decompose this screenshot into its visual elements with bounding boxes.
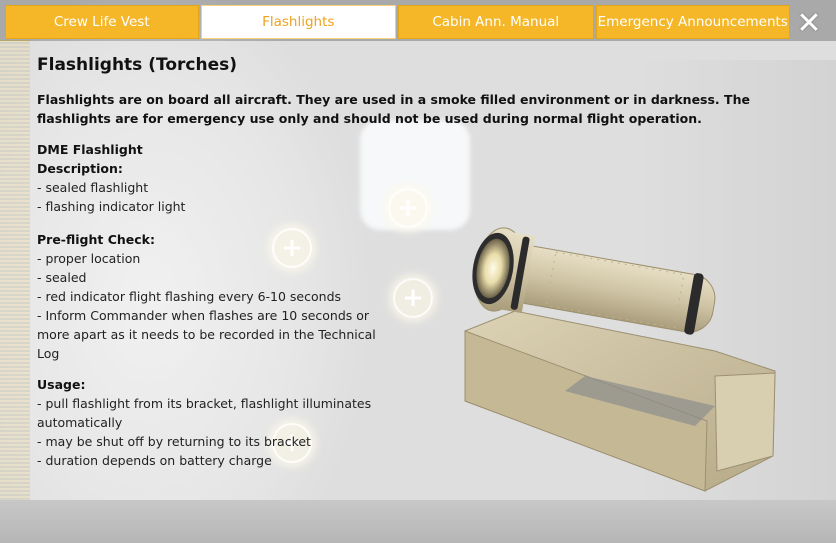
preflight-line: - red indicator flight flashing every 6-… xyxy=(37,289,342,304)
tab-crew-life-vest[interactable]: Crew Life Vest xyxy=(5,5,199,39)
preflight-line: - Inform Commander when flashes are 10 s… xyxy=(37,308,376,361)
page-title: Flashlights (Torches) xyxy=(37,55,237,75)
usage-section: Usage: - pull flashlight from its bracke… xyxy=(37,375,397,470)
usage-heading: Usage: xyxy=(37,377,86,392)
item-name: DME Flashlight xyxy=(37,142,143,157)
close-icon[interactable]: ✕ xyxy=(795,6,823,41)
tab-emergency-announcements[interactable]: Emergency Announcements xyxy=(595,5,790,39)
description-line: - sealed flashlight xyxy=(37,180,149,195)
usage-line: - may be shut off by returning to its br… xyxy=(37,434,311,449)
preflight-line: - proper location xyxy=(37,251,141,266)
description-heading: Description: xyxy=(37,161,123,176)
tab-cabin-ann-manual[interactable]: Cabin Ann. Manual xyxy=(398,5,594,39)
preflight-section: Pre-flight Check: - proper location - se… xyxy=(37,230,397,363)
description-section: DME Flashlight Description: - sealed fla… xyxy=(37,140,407,216)
info-panel: Flashlights (Torches) Flashlights are on… xyxy=(0,41,836,543)
tab-flashlights[interactable]: Flashlights xyxy=(200,5,396,39)
description-line: - flashing indicator light xyxy=(37,199,186,214)
tab-bar: Crew Life Vest Flashlights Cabin Ann. Ma… xyxy=(5,5,790,41)
flashlight-image xyxy=(464,227,776,492)
preflight-line: - sealed xyxy=(37,270,87,285)
preflight-heading: Pre-flight Check: xyxy=(37,232,155,247)
usage-line: - pull flashlight from its bracket, flas… xyxy=(37,396,372,430)
intro-text: Flashlights are on board all aircraft. T… xyxy=(37,92,750,126)
usage-line: - duration depends on battery charge xyxy=(37,453,272,468)
